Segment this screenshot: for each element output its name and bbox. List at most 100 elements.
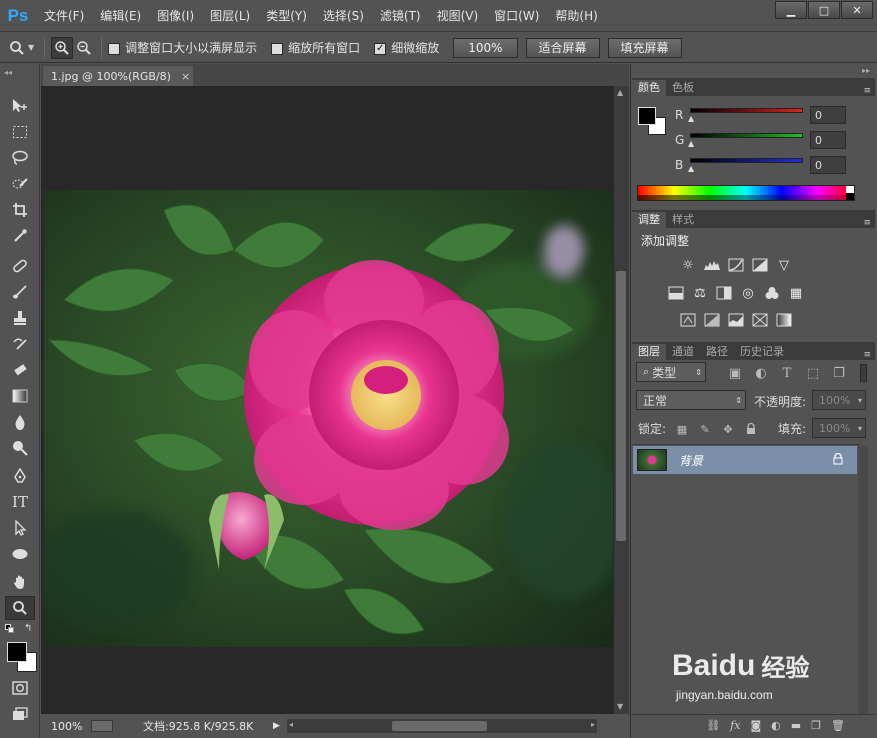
red-value-input[interactable]: 0 [810, 106, 846, 124]
layer-styles-icon[interactable]: fx [730, 719, 740, 732]
scrubby-zoom-option[interactable]: ✓ 细微缩放 [374, 39, 439, 56]
menu-view[interactable]: 视图(V) [429, 0, 487, 32]
add-mask-icon[interactable]: ◙ [750, 719, 761, 732]
type-tool-icon[interactable]: IT [5, 490, 35, 514]
ellipse-shape-tool-icon[interactable] [5, 542, 35, 566]
menu-help[interactable]: 帮助(H) [547, 0, 605, 32]
vertical-scrollbar[interactable]: ▲ ▼ [614, 86, 629, 714]
document-image[interactable] [44, 190, 613, 647]
healing-brush-tool-icon[interactable] [5, 254, 35, 278]
resize-windows-checkbox[interactable] [108, 42, 121, 55]
scroll-left-icon[interactable]: ◂ [289, 720, 293, 729]
quick-mask-icon[interactable] [5, 676, 35, 700]
exposure-icon[interactable] [750, 256, 770, 274]
color-spectrum-bar[interactable] [637, 185, 855, 201]
dodge-tool-icon[interactable] [5, 436, 35, 460]
brightness-contrast-icon[interactable]: ☼ [678, 256, 698, 274]
clone-stamp-tool-icon[interactable] [5, 306, 35, 330]
hand-tool-icon[interactable] [5, 570, 35, 594]
new-group-icon[interactable]: ▬ [791, 719, 801, 732]
new-layer-icon[interactable]: ❐ [811, 719, 821, 732]
menu-edit[interactable]: 编辑(E) [92, 0, 149, 32]
color-lookup-icon[interactable]: ▦ [786, 284, 806, 302]
lock-all-icon[interactable] [741, 420, 761, 438]
filter-shape-layers-icon[interactable]: ⬚ [803, 364, 823, 382]
posterize-icon[interactable] [702, 311, 722, 329]
zoom-tool-preset-icon[interactable] [6, 37, 28, 59]
new-adjustment-layer-icon[interactable]: ◐ [771, 719, 781, 732]
maximize-button[interactable]: □ [808, 1, 840, 19]
chevron-down-icon[interactable]: ▾ [858, 396, 862, 405]
zoom-all-checkbox[interactable] [271, 42, 284, 55]
vertical-scroll-thumb[interactable] [616, 271, 626, 541]
channel-mixer-icon[interactable] [762, 284, 782, 302]
scrubby-zoom-checkbox[interactable]: ✓ [374, 42, 387, 55]
scroll-down-icon[interactable]: ▼ [617, 702, 623, 711]
opacity-input[interactable]: 100% ▾ [812, 390, 866, 410]
filter-toggle-switch[interactable] [860, 364, 867, 382]
tab-paths[interactable]: 路径 [700, 344, 734, 360]
link-layers-icon[interactable]: ⛓ [706, 719, 720, 732]
tab-adjustments[interactable]: 调整 [632, 212, 666, 228]
tab-history[interactable]: 历史记录 [734, 344, 790, 360]
fill-screen-button[interactable]: 填充屏幕 [607, 37, 682, 58]
tab-channels[interactable]: 通道 [666, 344, 700, 360]
layer-filter-kind-select[interactable]: ⌕ 类型 ⇕ [636, 362, 706, 382]
color-balance-icon[interactable]: ⚖ [690, 284, 710, 302]
green-slider-handle-icon[interactable]: ▲ [688, 139, 694, 148]
blend-mode-select[interactable]: 正常 ⇕ [636, 390, 746, 410]
close-button[interactable]: ✕ [841, 1, 873, 19]
default-colors-icon[interactable] [5, 624, 15, 634]
actual-pixels-button[interactable]: 100% [453, 37, 518, 58]
pen-tool-icon[interactable] [5, 464, 35, 488]
swap-colors-icon[interactable]: ↰ [24, 623, 32, 634]
minimize-button[interactable]: ▁ [775, 1, 807, 19]
foreground-color-chip[interactable] [638, 107, 656, 125]
horizontal-scrollbar[interactable]: ◂ ▸ [287, 719, 597, 733]
zoom-all-option[interactable]: 缩放所有窗口 [271, 39, 360, 56]
eyedropper-tool-icon[interactable] [5, 224, 35, 248]
hue-saturation-icon[interactable] [666, 284, 686, 302]
foreground-color-swatch[interactable] [7, 642, 27, 662]
gradient-map-icon[interactable] [750, 311, 770, 329]
chevron-down-icon[interactable]: ▾ [858, 424, 862, 433]
panel-menu-icon[interactable]: ≡ [863, 86, 871, 96]
marquee-tool-icon[interactable] [5, 120, 35, 144]
menu-window[interactable]: 窗口(W) [486, 0, 547, 32]
horizontal-scroll-thumb[interactable] [392, 721, 487, 731]
menu-type[interactable]: 类型(Y) [258, 0, 315, 32]
menu-filter[interactable]: 滤镜(T) [372, 0, 429, 32]
expand-panels-icon[interactable]: ▸▸ [862, 66, 870, 75]
green-slider[interactable] [690, 133, 803, 138]
lock-pixels-icon[interactable]: ✎ [695, 420, 715, 438]
close-document-icon[interactable]: × [181, 70, 190, 83]
blue-slider[interactable] [690, 158, 803, 163]
blur-tool-icon[interactable] [5, 410, 35, 434]
filter-smart-objects-icon[interactable]: ❐ [829, 364, 849, 382]
vibrance-icon[interactable]: ▽ [774, 256, 794, 274]
status-menu-arrow-icon[interactable]: ▶ [273, 721, 287, 731]
filter-adjustment-layers-icon[interactable]: ◐ [751, 364, 771, 382]
resize-windows-option[interactable]: 调整窗口大小以满屏显示 [108, 39, 257, 56]
lock-transparency-icon[interactable]: ▦ [672, 420, 692, 438]
threshold-icon[interactable] [726, 311, 746, 329]
fit-screen-button[interactable]: 适合屏幕 [525, 37, 600, 58]
screen-mode-icon[interactable] [5, 702, 35, 726]
tab-layers[interactable]: 图层 [632, 344, 666, 360]
zoom-level[interactable]: 100% [41, 720, 91, 733]
lasso-tool-icon[interactable] [5, 146, 35, 170]
photo-filter-icon[interactable]: ◎ [738, 284, 758, 302]
panel-menu-icon[interactable]: ≡ [863, 350, 871, 360]
invert-icon[interactable] [678, 311, 698, 329]
preset-dropdown-arrow-icon[interactable]: ▼ [28, 43, 34, 52]
zoom-tool-icon[interactable] [5, 596, 35, 620]
status-info-icon[interactable] [91, 720, 113, 732]
tab-styles[interactable]: 样式 [666, 212, 700, 228]
tab-swatches[interactable]: 色板 [666, 80, 700, 96]
panel-menu-icon[interactable]: ≡ [863, 218, 871, 228]
menu-select[interactable]: 选择(S) [315, 0, 372, 32]
scroll-up-icon[interactable]: ▲ [617, 88, 623, 97]
selective-color-icon[interactable] [774, 311, 794, 329]
fill-input[interactable]: 100% ▾ [812, 418, 866, 438]
blue-slider-handle-icon[interactable]: ▲ [688, 164, 694, 173]
